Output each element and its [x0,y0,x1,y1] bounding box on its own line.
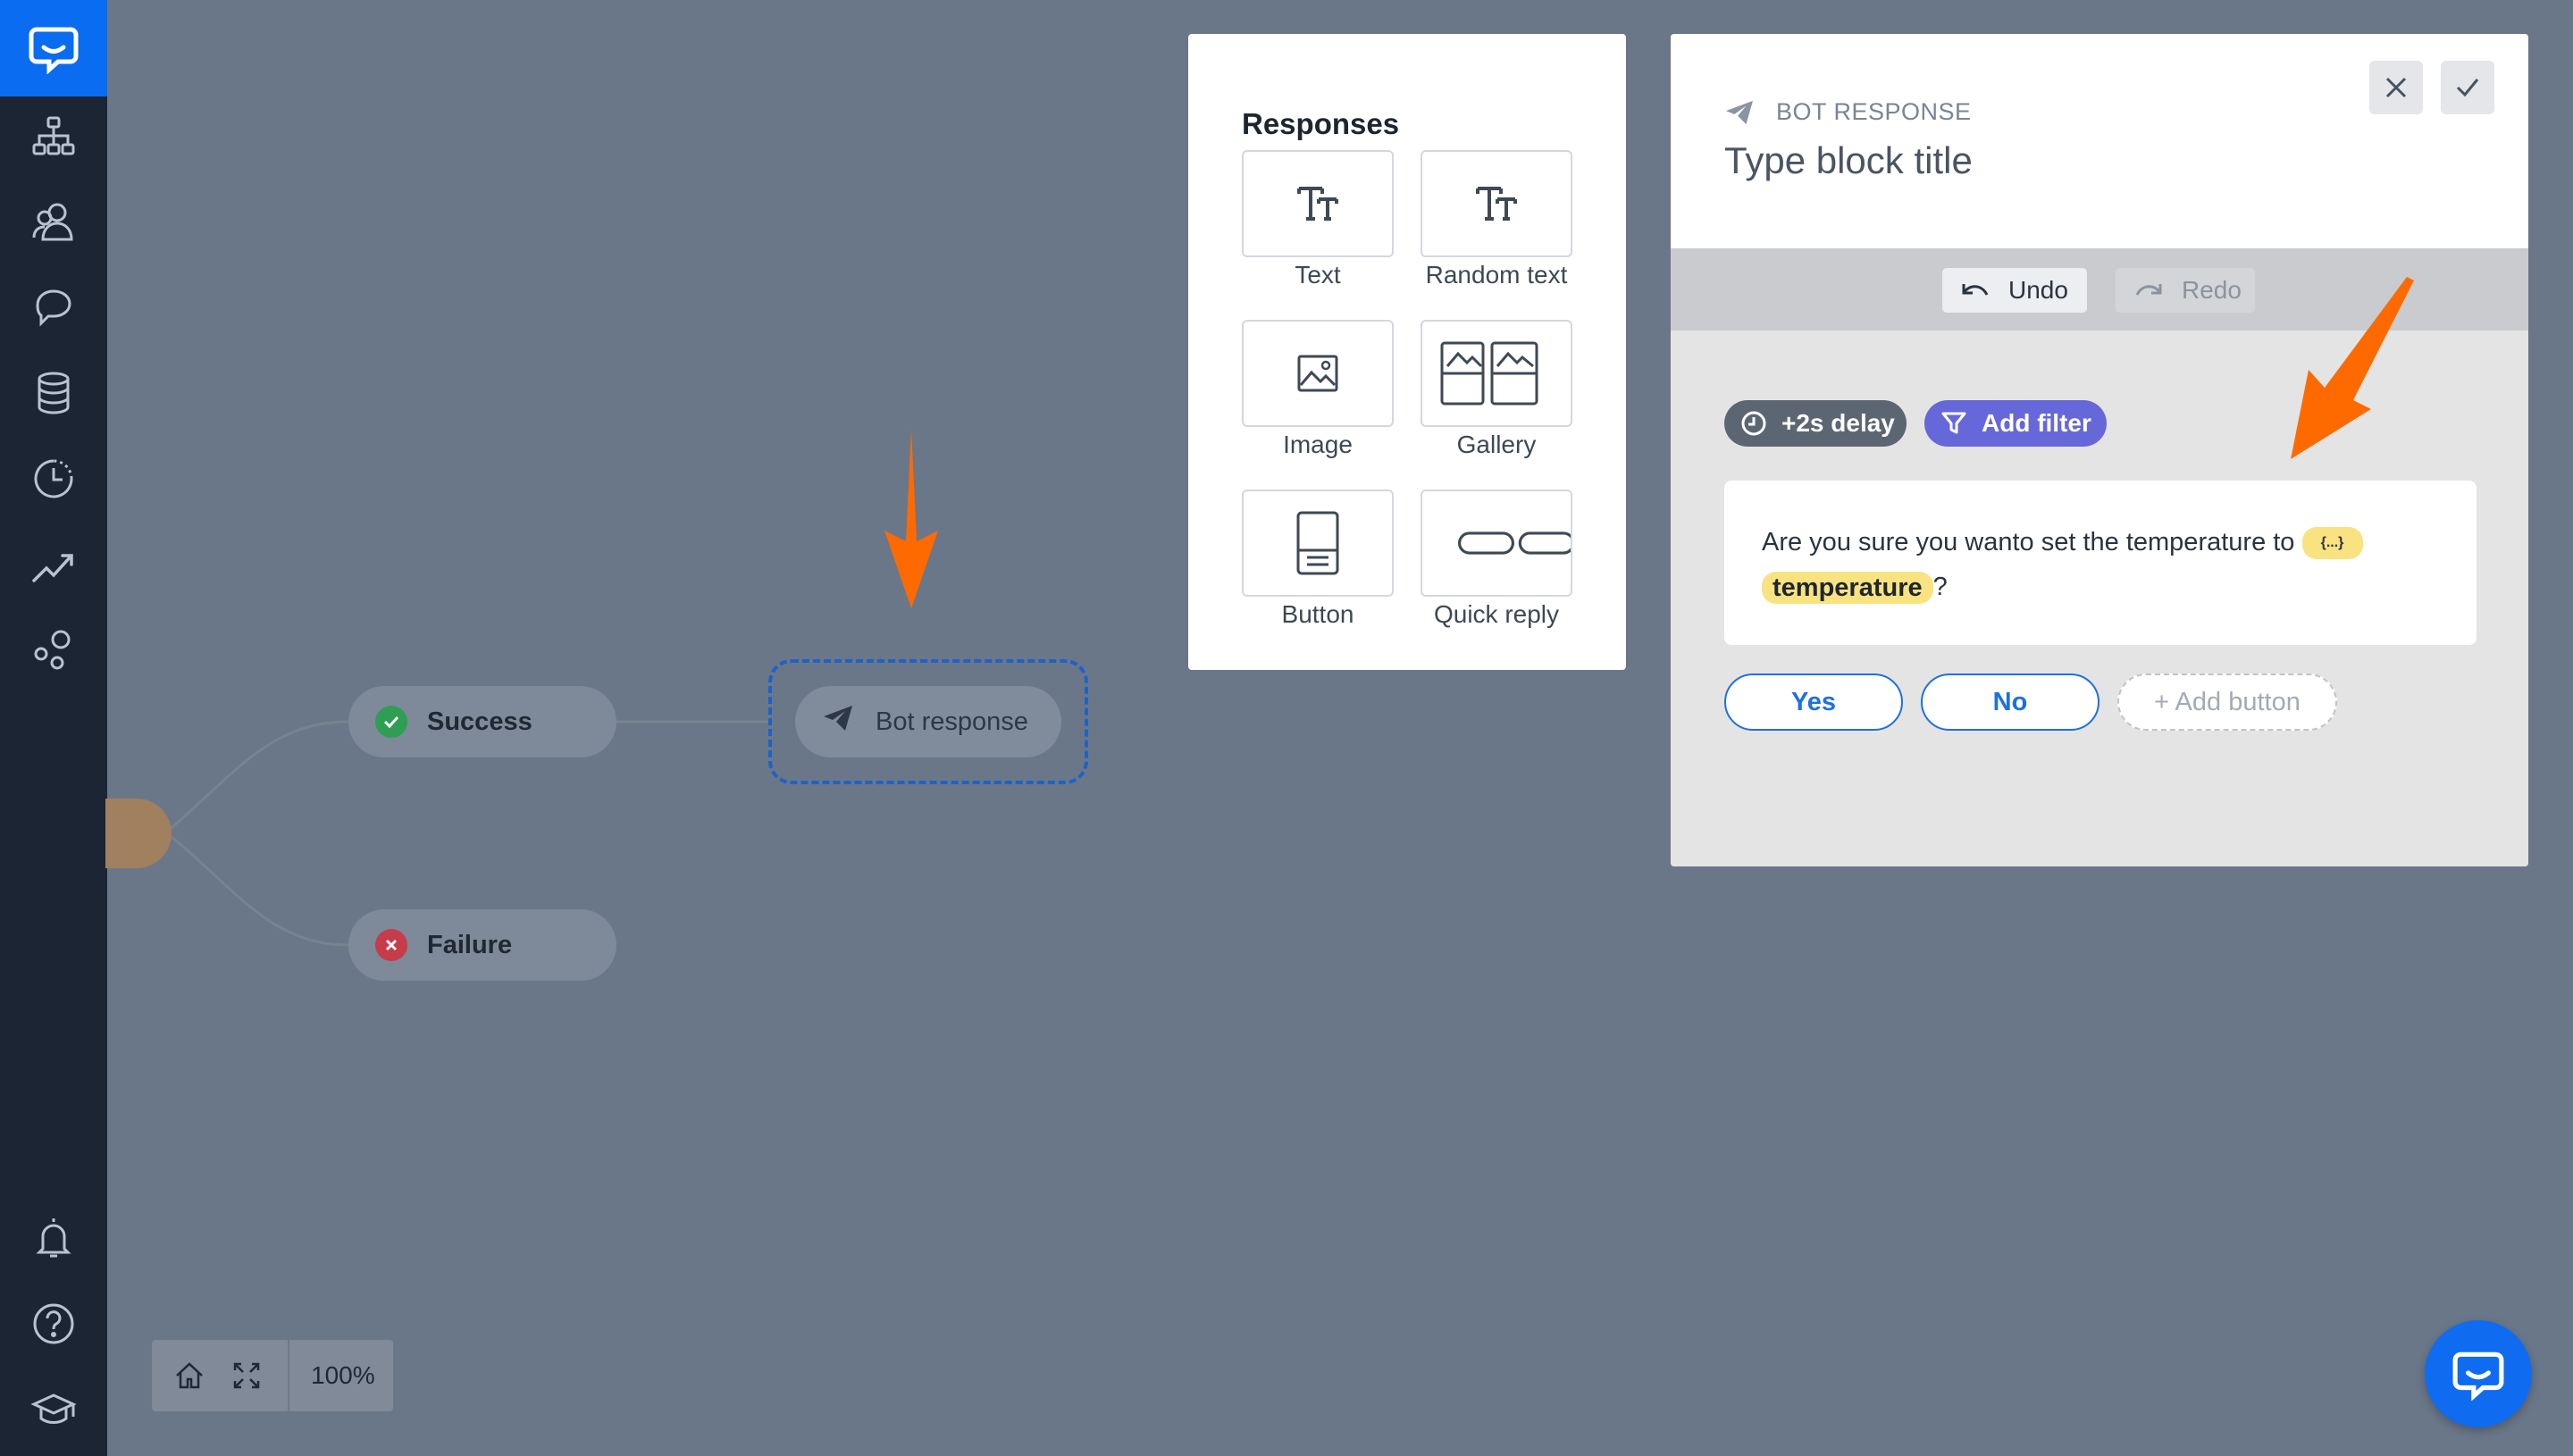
paper-plane-icon [822,704,854,740]
paper-plane-icon [1726,100,1753,124]
text-icon [1297,187,1338,221]
add-filter-button[interactable]: Add filter [1924,400,2107,447]
text-tile[interactable] [1242,150,1394,257]
clock-icon [1741,411,1766,436]
editor-header: BOT RESPONSE Type block title [1671,34,2528,248]
annotation-arrow-down [884,429,938,608]
chat-icon [2452,1351,2504,1401]
failure-node[interactable]: Failure [348,909,616,981]
random-text-tile-label: Random text [1425,261,1568,289]
message-text: Are you sure you wanto set the temperatu… [1762,528,2295,556]
undo-label: Undo [2008,276,2068,304]
success-node[interactable]: Success [348,686,616,757]
error-icon [375,929,407,961]
close-button[interactable] [2369,61,2423,114]
zoom-level: 100% [311,1361,375,1389]
random-text-tile[interactable] [1421,150,1572,257]
home-icon[interactable] [161,1340,218,1411]
add-button-button[interactable]: + Add button [2117,674,2337,731]
bot-response-node[interactable]: Bot response [795,686,1061,757]
button-icon [1296,511,1339,575]
redo-icon [2135,284,2162,296]
redo-label: Redo [2182,276,2242,304]
notifications-icon[interactable] [27,1211,80,1265]
delay-label: +2s delay [1781,409,1895,437]
gallery-icon [1440,341,1538,406]
gallery-tile[interactable] [1421,320,1572,427]
undo-button[interactable]: Undo [1942,268,2087,313]
gallery-tile-label: Gallery [1456,431,1537,458]
zoom-divider [288,1340,289,1411]
variable-chip[interactable]: temperature [1762,572,1933,605]
check-icon [2456,79,2479,97]
filter-icon [1941,412,1966,434]
filter-label: Add filter [1982,409,2091,437]
editor-kicker-label: BOT RESPONSE [1776,98,1972,125]
academy-icon[interactable] [27,1383,80,1436]
image-icon [1297,355,1338,392]
bot-response-node-label: Bot response [876,707,1028,736]
quick-reply-tile[interactable] [1421,490,1572,597]
redo-button[interactable]: Redo [2116,268,2255,313]
message-suffix: ? [1932,573,1948,601]
editor-kicker: BOT RESPONSE [1724,98,1972,126]
check-icon [375,706,407,738]
text-tile-label: Text [1295,261,1341,289]
zoom-controls: 100% [152,1340,393,1411]
chat-widget-button[interactable] [2425,1320,2532,1427]
button-tile-label: Button [1281,600,1354,628]
annotation-arrow-diagonal [2291,277,2414,459]
delay-button[interactable]: +2s delay [1724,400,1907,447]
undo-icon [1962,284,1989,296]
responses-title: Responses [1242,107,1400,140]
image-tile-label: Image [1283,431,1353,458]
quick-reply-tile-label: Quick reply [1433,600,1560,628]
message-text-card[interactable]: Are you sure you wanto set the temperatu… [1724,481,2477,645]
variable-chip-icon[interactable]: {...} [2301,527,2363,560]
button-tile[interactable] [1242,490,1394,597]
help-icon[interactable] [27,1297,80,1351]
quick-reply-icon [1458,531,1571,555]
confirm-button[interactable] [2441,61,2494,114]
image-tile[interactable] [1242,320,1394,427]
success-node-label: Success [427,707,532,736]
fit-screen-icon[interactable] [218,1340,275,1411]
random-text-icon [1476,187,1517,221]
block-title-input[interactable]: Type block title [1724,139,1973,182]
failure-node-label: Failure [427,930,513,959]
close-icon [2385,77,2407,98]
quick-reply-no-button[interactable]: No [1921,674,2099,731]
quick-reply-yes-button[interactable]: Yes [1724,674,1903,731]
responses-panel: Responses Text Random text Image Gallery… [1188,34,1626,670]
